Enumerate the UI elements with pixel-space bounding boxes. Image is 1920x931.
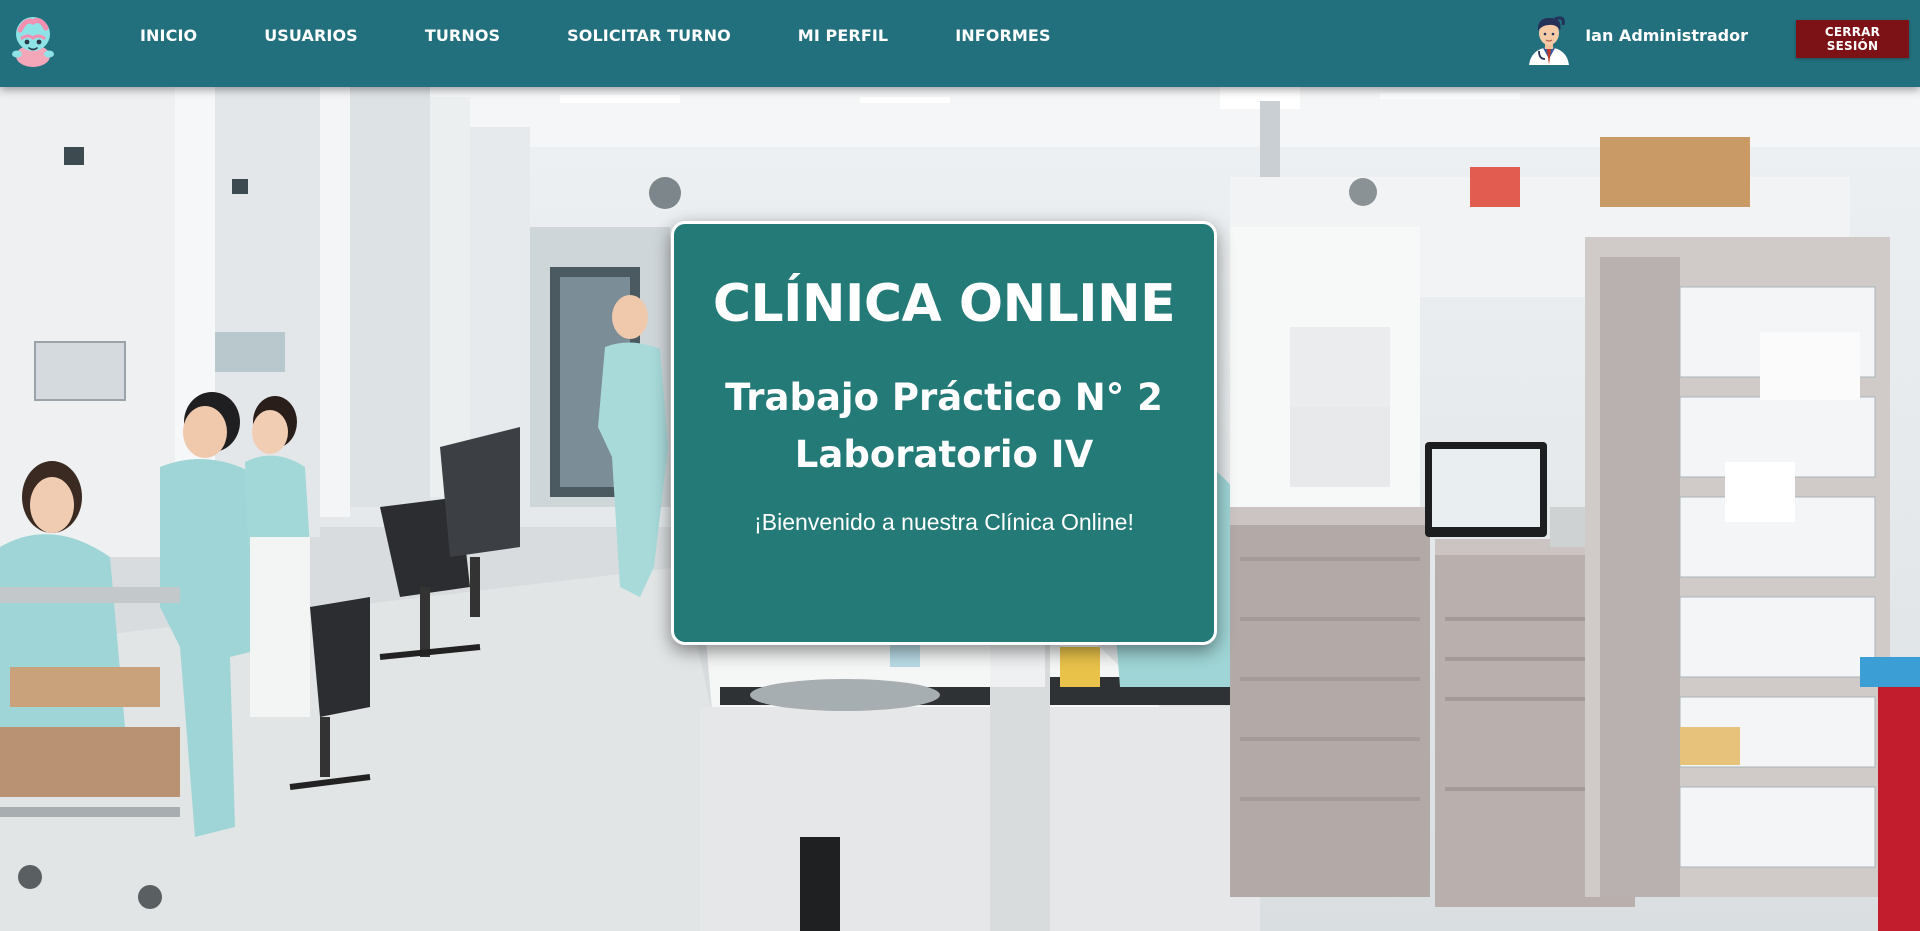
page-title: CLÍNICA ONLINE (712, 274, 1176, 334)
nav-link-usuarios[interactable]: USUARIOS (264, 26, 358, 45)
brain-mascot-icon[interactable] (8, 12, 58, 68)
nav-link-informes[interactable]: INFORMES (955, 26, 1050, 45)
top-navbar: INICIO USUARIOS TURNOS SOLICITAR TURNO M… (0, 0, 1920, 87)
doctor-avatar-icon (1525, 13, 1573, 65)
nav-link-inicio[interactable]: INICIO (140, 26, 197, 45)
main-nav: INICIO USUARIOS TURNOS SOLICITAR TURNO M… (140, 26, 1051, 45)
subtitle-line-1: Trabajo Práctico N° 2 (725, 376, 1163, 420)
nav-link-turnos[interactable]: TURNOS (425, 26, 500, 45)
card-subtitle: Trabajo Práctico N° 2 Laboratorio IV (674, 369, 1214, 483)
user-name: Ian Administrador (1585, 26, 1748, 45)
user-info: Ian Administrador (1525, 13, 1748, 65)
welcome-message: ¡Bienvenido a nuestra Clínica Online! (754, 509, 1134, 536)
nav-link-solicitar-turno[interactable]: SOLICITAR TURNO (567, 26, 731, 45)
welcome-card: CLÍNICA ONLINE Trabajo Práctico N° 2 Lab… (671, 221, 1217, 645)
nav-link-mi-perfil[interactable]: MI PERFIL (798, 26, 888, 45)
hero-background-photo: CLÍNICA ONLINE Trabajo Práctico N° 2 Lab… (0, 87, 1920, 931)
subtitle-line-2: Laboratorio IV (794, 433, 1094, 477)
logout-button[interactable]: CERRAR SESIÓN (1796, 20, 1909, 58)
